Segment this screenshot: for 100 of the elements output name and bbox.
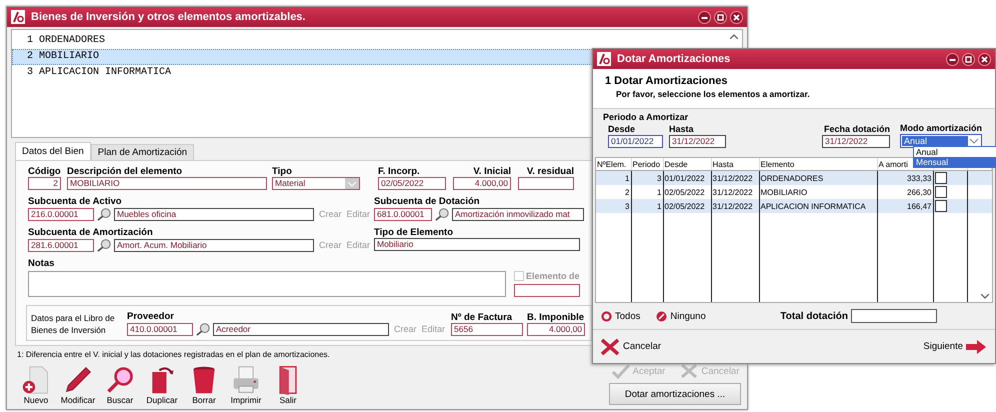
- field-label: F. Incorp.: [378, 166, 420, 177]
- section-label: Periodo a Amortizar: [603, 112, 690, 123]
- field-label: B. Imponible: [527, 312, 586, 323]
- toolbar-button[interactable]: Salir: [269, 365, 307, 405]
- total-field[interactable]: [851, 309, 937, 323]
- input-field[interactable]: 410.0.00001: [127, 322, 193, 336]
- no-entry-icon: [656, 310, 668, 322]
- notes-field[interactable]: [28, 271, 506, 297]
- search-icon[interactable]: [195, 322, 211, 336]
- input-field[interactable]: 01/01/2022: [608, 135, 663, 148]
- magnifier-icon: [105, 365, 135, 395]
- scroll-down-icon[interactable]: [981, 294, 989, 299]
- table-cell: 1: [631, 199, 663, 213]
- field-label: V. residual: [526, 166, 574, 177]
- table-cell: 31/12/2022: [711, 170, 759, 185]
- maximize-icon[interactable]: [714, 10, 727, 24]
- row-checkbox[interactable]: [934, 172, 946, 184]
- field-label: Código: [28, 166, 61, 177]
- field-label: Fecha dotación: [824, 124, 890, 135]
- list-item[interactable]: 1 ORDENADORES: [12, 33, 742, 49]
- group-caption: Datos para el Libro de Bienes de Inversión: [31, 312, 116, 336]
- input-field[interactable]: Mobiliario: [374, 238, 580, 251]
- table-cell: APLICACION INFORMATICA: [759, 199, 877, 213]
- toolbar-button[interactable]: Nuevo: [17, 365, 55, 405]
- input-field[interactable]: 02/05/2022: [378, 177, 446, 190]
- field-label: Tipo: [272, 166, 292, 177]
- table-cell: 3: [631, 170, 663, 185]
- table-cell: 166,47: [877, 199, 933, 213]
- input-field[interactable]: 2: [28, 177, 61, 190]
- cross-icon: [599, 338, 621, 356]
- checkbox-label: Elemento de: [526, 271, 580, 281]
- tab[interactable]: Datos del Bien: [15, 142, 91, 160]
- step-subtitle: Por favor, seleccione los elementos a amortizar.: [616, 89, 811, 99]
- input-field[interactable]: 281.6.00001: [28, 238, 94, 252]
- printer-icon: [231, 365, 261, 395]
- input-field[interactable]: [518, 177, 574, 190]
- input-field[interactable]: 31/12/2022: [669, 135, 726, 148]
- input-field[interactable]: Amort. Acum. Mobiliario: [114, 238, 314, 252]
- new-document-icon: [21, 365, 51, 395]
- field-label: Nº de Factura: [451, 312, 514, 323]
- dropdown-field[interactable]: Material: [272, 177, 360, 190]
- toolbar-button[interactable]: Borrar: [185, 365, 223, 405]
- close-icon[interactable]: [978, 52, 991, 66]
- cancel-button[interactable]: Cancelar: [599, 338, 662, 356]
- total-label: Total dotación: [780, 310, 848, 322]
- field-label: Notas: [28, 258, 54, 269]
- table-cell: ORDENADORES: [759, 170, 877, 185]
- search-icon[interactable]: [96, 238, 112, 252]
- input-field[interactable]: 216.0.00001: [28, 208, 94, 220]
- table-cell: 01/01/2022: [663, 170, 711, 185]
- step-heading: 1 Dotar Amortizaciones: [605, 75, 728, 87]
- checkmark-icon: [610, 363, 631, 379]
- tab[interactable]: Plan de Amortización: [90, 144, 194, 160]
- search-icon[interactable]: [96, 207, 112, 221]
- next-button[interactable]: Siguiente: [923, 338, 987, 354]
- input-field[interactable]: 31/12/2022: [822, 135, 890, 148]
- app-logo-icon: [11, 10, 25, 24]
- maximize-icon[interactable]: [962, 52, 975, 66]
- minimize-icon[interactable]: [698, 10, 711, 24]
- input-field[interactable]: 5656: [451, 323, 524, 336]
- field-label: V. Inicial: [473, 166, 511, 177]
- footnote: 1: Diferencia entre el V. inicial y las dotaciones registradas en el plan de amortizaciones.: [17, 350, 331, 360]
- input-field[interactable]: Acreedor: [213, 322, 389, 336]
- input-field[interactable]: 4.000,00: [527, 323, 586, 336]
- close-icon[interactable]: [730, 10, 743, 24]
- dropdown-option[interactable]: Mensual: [914, 157, 996, 167]
- minimize-icon[interactable]: [946, 52, 959, 66]
- scroll-up-icon[interactable]: [730, 34, 738, 39]
- input-field[interactable]: 681.0.00001: [374, 208, 432, 220]
- select-all-button[interactable]: Todos: [601, 310, 640, 322]
- input-field[interactable]: [514, 284, 580, 297]
- field-label: Hasta: [669, 124, 695, 135]
- input-field[interactable]: Amortización inmovilizado mat: [452, 208, 584, 220]
- table-cell: 3: [596, 199, 631, 213]
- input-field[interactable]: MOBILIARIO: [67, 177, 267, 190]
- field-label: Modo amortización: [900, 123, 982, 134]
- ring-icon: [601, 310, 612, 322]
- pencil-icon: [63, 365, 93, 395]
- toolbar-button[interactable]: Modificar: [59, 365, 97, 405]
- input-field[interactable]: 4.000,00: [453, 177, 511, 190]
- input-field[interactable]: Muebles oficina: [114, 208, 314, 220]
- cross-icon: [679, 363, 700, 379]
- window-title: Dotar Amortizaciones: [617, 53, 732, 65]
- field-label: Subcuenta de Amortización: [28, 227, 154, 238]
- search-icon[interactable]: [434, 207, 450, 221]
- field-label: Subcuenta de Activo: [28, 196, 123, 207]
- table-cell: 1: [596, 170, 631, 185]
- row-checkbox[interactable]: [934, 186, 946, 198]
- field-label: Tipo de Elemento: [374, 227, 454, 238]
- toolbar-button[interactable]: Buscar: [101, 365, 139, 405]
- field-label: Descripción del elemento: [67, 166, 182, 177]
- dropdown-option[interactable]: Anual: [914, 147, 996, 157]
- toolbar-button[interactable]: Imprimir: [227, 365, 265, 405]
- window-title: Bienes de Inversión y otros elementos amortizables.: [31, 11, 306, 23]
- select-none-button[interactable]: Ninguno: [656, 310, 706, 322]
- app-logo-icon: [597, 52, 611, 66]
- row-checkbox[interactable]: [934, 200, 946, 212]
- allocate-button[interactable]: Dotar amortizaciones ...: [609, 383, 741, 405]
- toolbar-button[interactable]: Duplicar: [143, 365, 181, 405]
- field-label: Subcuenta de Dotación: [374, 196, 481, 207]
